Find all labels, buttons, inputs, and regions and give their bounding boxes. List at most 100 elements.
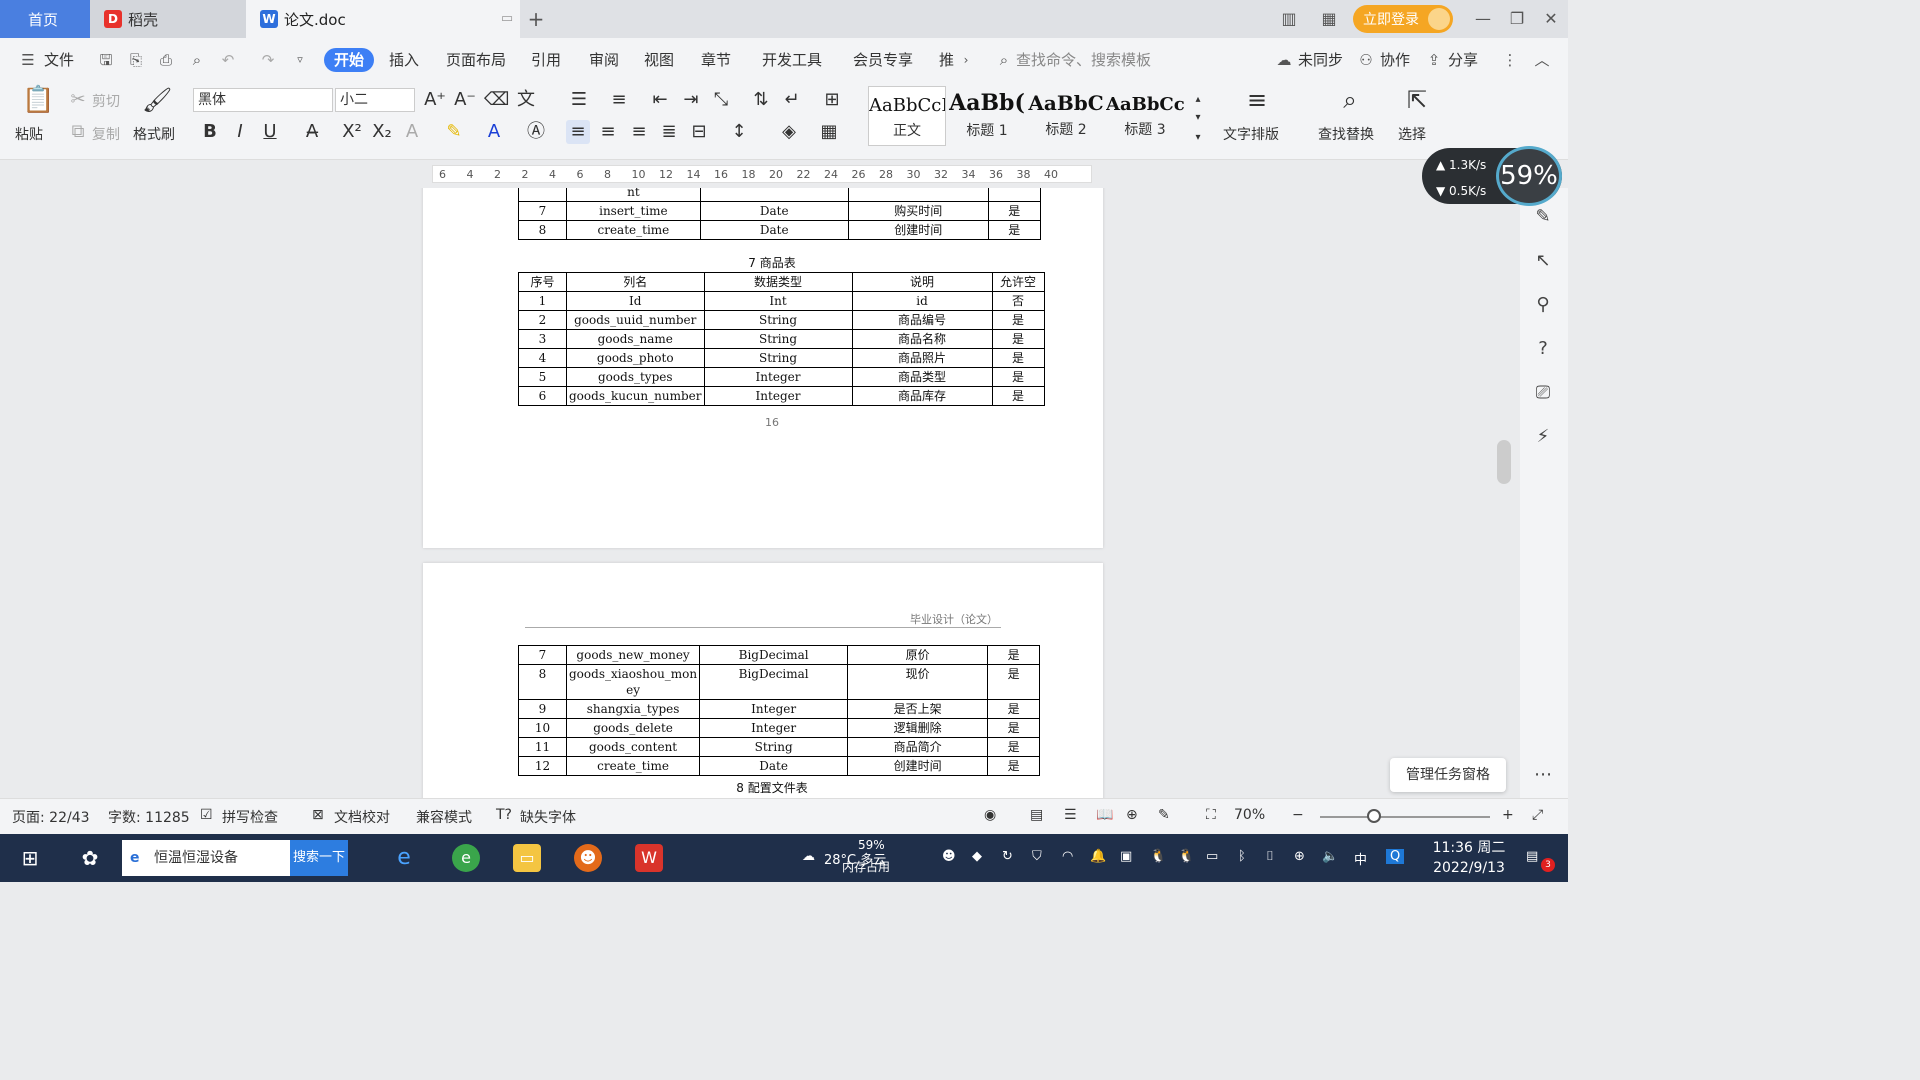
strikethrough-icon[interactable]: A̶ xyxy=(300,120,324,144)
qq-icon[interactable]: 🐧 xyxy=(1150,849,1166,864)
tab-references[interactable]: 引用 xyxy=(531,48,561,72)
style-heading-3[interactable]: AaBbCc 标题 3 xyxy=(1106,86,1184,146)
page-view-icon[interactable]: ▤ xyxy=(1030,807,1043,823)
tab-document[interactable]: W 论文.doc ▭ xyxy=(246,0,520,38)
pen-icon[interactable]: ✎ xyxy=(1530,204,1556,230)
apps-grid-icon[interactable]: ▦ xyxy=(1318,8,1340,30)
ime-indicator[interactable]: 中 xyxy=(1354,849,1367,868)
select-cursor-icon[interactable]: ⇱ xyxy=(1405,88,1429,112)
cut-button[interactable]: 剪切 xyxy=(92,91,120,111)
wps-taskbar-icon[interactable]: W xyxy=(635,844,663,872)
browser-green-icon[interactable]: e xyxy=(452,844,480,872)
increase-indent-icon[interactable]: ⇥ xyxy=(679,88,703,112)
tab-review[interactable]: 审阅 xyxy=(589,48,619,72)
tab-chapter[interactable]: 章节 xyxy=(701,48,731,72)
zoom-slider[interactable] xyxy=(1320,816,1490,818)
more-horizontal-icon[interactable]: ⋯ xyxy=(1530,762,1556,788)
paste-icon[interactable]: 📋 xyxy=(22,87,54,113)
format-painter-icon[interactable]: 🖌 xyxy=(142,88,172,112)
tab-start[interactable]: 开始 xyxy=(324,48,375,72)
tray-plus-icon[interactable]: ⊕ xyxy=(1294,849,1305,864)
menu-hamburger-icon[interactable]: ☰ xyxy=(18,50,38,70)
underline-icon[interactable]: U xyxy=(258,120,282,144)
pin-window-icon[interactable]: ▭ xyxy=(496,8,518,30)
select-button[interactable]: 选择 xyxy=(1398,124,1426,144)
text-effect-icon[interactable]: A xyxy=(400,120,424,144)
export-icon[interactable]: ⎘ xyxy=(126,50,146,70)
copy-button[interactable]: 复制 xyxy=(92,124,120,144)
spell-check-button[interactable]: 拼写检查 xyxy=(222,807,278,827)
ie-browser-icon[interactable]: e xyxy=(390,844,418,872)
tray-q-icon[interactable]: Q xyxy=(1386,849,1405,864)
zoom-slider-handle[interactable] xyxy=(1367,809,1382,823)
find-replace-icon[interactable]: ⌕ xyxy=(1338,88,1362,112)
paragraph-mark-icon[interactable]: ↵ xyxy=(780,88,804,112)
distribute-icon[interactable]: ⊟ xyxy=(687,120,711,144)
font-color-icon[interactable]: A xyxy=(482,120,506,144)
save-icon[interactable]: 🖫 xyxy=(96,50,116,70)
proofread-button[interactable]: 文档校对 xyxy=(334,807,390,827)
format-painter-button[interactable]: 格式刷 xyxy=(133,124,175,144)
tab-home[interactable]: 首页 xyxy=(0,0,90,38)
decrease-indent-icon[interactable]: ⇤ xyxy=(648,88,672,112)
clear-format-icon[interactable]: ⌫ xyxy=(484,88,509,112)
undo-icon[interactable]: ↶ xyxy=(218,50,238,70)
tray-shield-icon[interactable]: ⛉ xyxy=(1032,849,1042,864)
cursor-icon[interactable]: ↖ xyxy=(1530,248,1556,274)
login-button[interactable]: 立即登录 xyxy=(1353,5,1453,33)
notification-bell-icon[interactable]: 🔔 xyxy=(1090,849,1106,864)
style-normal[interactable]: AaBbCcI 正文 xyxy=(868,86,946,146)
file-explorer-icon[interactable]: ▭ xyxy=(513,844,541,872)
sort-icon[interactable]: ⇅ xyxy=(749,88,773,112)
zoom-out-icon[interactable]: − xyxy=(1292,807,1304,823)
tab-developer[interactable]: 开发工具 xyxy=(762,48,822,72)
close-icon[interactable]: ✕ xyxy=(1540,8,1562,30)
web-view-icon[interactable]: ⊕ xyxy=(1126,807,1138,823)
sync-button[interactable]: 未同步 xyxy=(1298,48,1343,72)
outline-view-icon[interactable]: ☰ xyxy=(1064,807,1077,823)
help-icon[interactable]: ? xyxy=(1530,336,1556,362)
text-direction-icon[interactable]: ⤡ xyxy=(709,88,733,112)
customize-chevron-icon[interactable]: ▿ xyxy=(290,50,310,70)
bluetooth-icon[interactable]: ᛒ xyxy=(1238,849,1246,864)
grow-font-icon[interactable]: A⁺ xyxy=(423,88,447,112)
tab-recommend[interactable]: 推 xyxy=(939,48,954,72)
menu-file[interactable]: 文件 xyxy=(44,48,74,72)
command-search-input[interactable]: 查找命令、搜索模板 xyxy=(1016,50,1151,70)
tab-insert[interactable]: 插入 xyxy=(389,48,419,72)
print-icon[interactable]: ⎙ xyxy=(156,50,176,70)
text-layout-button[interactable]: 文字排版 xyxy=(1223,124,1279,144)
align-right-icon[interactable]: ≡ xyxy=(627,120,651,144)
justify-icon[interactable]: ≣ xyxy=(657,120,681,144)
zoom-select[interactable]: 70% xyxy=(1234,807,1265,823)
borders-icon[interactable]: ▦ xyxy=(817,120,841,144)
nvidia-icon[interactable]: ▣ xyxy=(1120,849,1132,864)
system-clock[interactable]: 11:36 周二 2022/9/13 xyxy=(1426,838,1512,878)
page-indicator[interactable]: 页面: 22/43 xyxy=(12,807,90,827)
app-swirl-icon[interactable]: ✿ xyxy=(76,844,104,872)
minimize-icon[interactable]: — xyxy=(1472,8,1494,30)
backup-icon[interactable]: ⎚ xyxy=(1530,380,1556,406)
bullet-list-icon[interactable]: ☰ xyxy=(567,88,591,112)
paste-button[interactable]: 粘贴 xyxy=(15,124,43,144)
collapse-ribbon-icon[interactable]: ︿ xyxy=(1532,50,1552,70)
share-button[interactable]: 分享 xyxy=(1448,48,1478,72)
chevron-right-icon[interactable]: › xyxy=(956,50,976,70)
usb-icon[interactable]: ⌷ xyxy=(1266,849,1274,864)
battery-icon[interactable]: ▭ xyxy=(1206,849,1218,864)
font-name-select[interactable]: 黑体 xyxy=(193,88,333,112)
tab-daoke[interactable]: D 稻壳 xyxy=(90,0,246,38)
missing-font-button[interactable]: 缺失字体 xyxy=(520,807,576,827)
italic-icon[interactable]: I xyxy=(228,120,252,144)
phonetic-icon[interactable]: 文 xyxy=(514,88,538,112)
line-spacing-icon[interactable]: ↕ xyxy=(727,120,751,144)
shrink-font-icon[interactable]: A⁻ xyxy=(453,88,477,112)
print-preview-icon[interactable]: ⌕ xyxy=(187,50,207,70)
text-layout-icon[interactable]: ≡ xyxy=(1245,88,1269,112)
font-size-select[interactable]: 小二 xyxy=(335,88,415,112)
volume-icon[interactable]: 🔈 xyxy=(1322,849,1338,864)
wifi-icon[interactable]: ◠ xyxy=(1062,849,1073,864)
tray-app-icon[interactable]: ☻ xyxy=(942,849,956,864)
tab-stop-icon[interactable]: ⊞ xyxy=(820,88,844,112)
align-left-icon[interactable]: ≡ xyxy=(566,120,590,144)
